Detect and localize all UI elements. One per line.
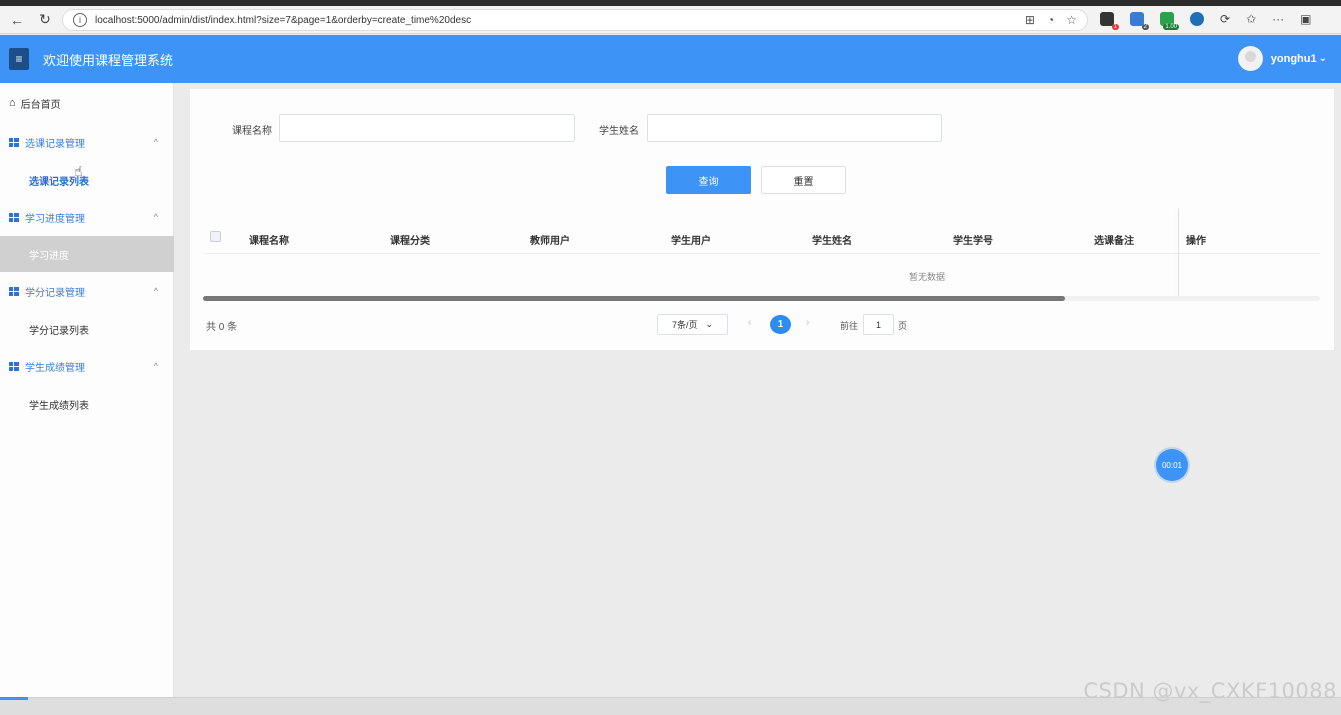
chevron-up-icon: ^ — [153, 361, 158, 371]
column-header-course-category[interactable]: 课程分类 — [390, 232, 430, 247]
sidebar-group-label: 学生成绩管理 — [25, 362, 85, 374]
sidebar-item-progress-list[interactable]: 学习进度 — [0, 236, 174, 272]
query-button[interactable]: 查询 — [666, 166, 751, 194]
app-grid-icon[interactable]: ⊞ — [1025, 13, 1035, 27]
chevron-up-icon: ^ — [153, 212, 158, 222]
refresh-circle-icon[interactable]: ◔ — [1047, 13, 1054, 27]
sidebar-group-credits[interactable]: 学分记录管理 ^ — [0, 273, 174, 309]
goto-page-input[interactable]: 1 — [863, 314, 894, 335]
chevron-up-icon: ^ — [153, 137, 158, 147]
recording-timer[interactable]: 00:01 — [1156, 449, 1188, 481]
next-page-icon[interactable]: › — [806, 317, 809, 328]
sidebar-group-label: 选课记录管理 — [25, 138, 85, 150]
chevron-up-icon: ^ — [153, 286, 158, 296]
sidebar-item-grades-list[interactable]: 学生成绩列表 — [0, 386, 174, 422]
app-title: 欢迎使用课程管理系统 — [43, 52, 174, 68]
goto-suffix: 页 — [898, 321, 908, 331]
column-header-student-user[interactable]: 学生用户 — [671, 232, 711, 247]
sidebar-item-label: 后台首页 — [20, 99, 61, 111]
student-name-input[interactable] — [647, 114, 942, 142]
reset-button[interactable]: 重置 — [761, 166, 846, 194]
column-header-teacher-user[interactable]: 教师用户 — [530, 232, 570, 247]
prev-page-icon[interactable]: ‹ — [748, 317, 751, 328]
sidebar-group-label: 学分记录管理 — [25, 287, 85, 299]
grid-icon — [9, 212, 19, 222]
table-header: 课程名称 课程分类 教师用户 学生用户 学生姓名 学生学号 选课备注 操作 — [203, 219, 1320, 254]
grid-icon — [9, 286, 19, 296]
total-count: 共 0 条 — [206, 322, 238, 333]
cloud-icon[interactable] — [1190, 12, 1204, 26]
chevron-down-icon[interactable]: ⌄ — [705, 319, 713, 330]
extensions-puzzle-icon[interactable]: ⟳ — [1220, 12, 1230, 26]
sidebar-item-course-selection-list[interactable]: 选课记录列表 — [0, 162, 174, 198]
sidebar-item-home[interactable]: ⌂ 后台首页 — [0, 85, 174, 121]
student-name-label: 学生姓名 — [599, 126, 639, 137]
home-icon: ⌂ — [9, 97, 16, 109]
sidebar-item-label: 学生成绩列表 — [29, 400, 89, 412]
more-icon[interactable]: ··· — [1272, 12, 1284, 26]
empty-table-text: 暂无数据 — [908, 272, 945, 282]
browser-toolbar: ← ↻ i localhost:5000/admin/dist/index.ht… — [0, 6, 1341, 34]
star-icon[interactable]: ☆ — [1066, 13, 1077, 27]
column-header-student-id[interactable]: 学生学号 — [953, 232, 993, 247]
avatar[interactable] — [1237, 46, 1263, 71]
sidebar-group-course-selection[interactable]: 选课记录管理 ^ — [0, 124, 174, 160]
grid-icon — [9, 137, 19, 147]
page-size-value[interactable]: 7条/页 — [672, 318, 698, 331]
select-all-checkbox[interactable] — [210, 231, 221, 242]
address-bar[interactable]: i localhost:5000/admin/dist/index.html?s… — [62, 9, 1088, 31]
course-name-label: 课程名称 — [232, 126, 272, 137]
info-icon[interactable]: i — [73, 13, 87, 27]
page-size-select[interactable]: 7条/页 ⌄ — [657, 314, 728, 335]
sidebar-toggle-icon[interactable]: ▣ — [1300, 12, 1311, 26]
page-number-current[interactable]: 1 — [770, 315, 791, 334]
sidebar-item-credits-list[interactable]: 学分记录列表 — [0, 311, 174, 347]
course-name-input[interactable] — [279, 114, 575, 142]
sidebar-group-label: 学习进度管理 — [25, 213, 85, 225]
main-panel: 课程名称 学生姓名 查询 重置 课程名称 课程分类 教师用户 学生用户 学生姓名… — [190, 89, 1334, 350]
extension-icon[interactable]: 1.00 — [1160, 12, 1179, 30]
hand-cursor-icon: ☝ — [74, 163, 83, 179]
chevron-down-icon[interactable]: ⌄ — [1319, 53, 1327, 64]
user-menu[interactable]: yonghu1 ⌄ — [1237, 46, 1327, 71]
sidebar-item-label: 学分记录列表 — [29, 325, 89, 337]
back-icon[interactable]: ← — [6, 9, 28, 31]
username[interactable]: yonghu1 — [1271, 53, 1317, 65]
favorites-icon[interactable]: ✩ — [1246, 12, 1256, 26]
sidebar-group-progress[interactable]: 学习进度管理 ^ — [0, 199, 174, 235]
sidebar-group-grades[interactable]: 学生成绩管理 ^ — [0, 348, 174, 384]
menu-toggle-icon[interactable]: ≡ — [9, 48, 29, 70]
column-header-actions: 操作 — [1186, 236, 1206, 247]
column-header-course-name[interactable]: 课程名称 — [249, 232, 289, 247]
column-header-remark[interactable]: 选课备注 — [1094, 232, 1134, 247]
goto-label: 前往 — [840, 321, 859, 331]
fixed-column-divider — [1178, 209, 1179, 301]
extension-icon[interactable]: 1 — [1100, 12, 1119, 30]
watermark-text: CSDN @vx_CXKF10088 — [1083, 679, 1337, 703]
extension-icon[interactable]: 2 — [1130, 12, 1149, 30]
taskbar-accent — [0, 697, 28, 700]
sidebar: ⌂ 后台首页 选课记录管理 ^ 选课记录列表 学习进度管理 ^ 学习进度 学分记… — [0, 83, 174, 697]
url-text[interactable]: localhost:5000/admin/dist/index.html?siz… — [95, 15, 1025, 26]
sidebar-item-label: 学习进度 — [29, 250, 69, 262]
app-header: ≡ 欢迎使用课程管理系统 yonghu1 ⌄ — [0, 35, 1341, 83]
reload-icon[interactable]: ↻ — [34, 9, 56, 31]
grid-icon — [9, 361, 19, 371]
column-header-student-name[interactable]: 学生姓名 — [812, 232, 852, 247]
horizontal-scrollbar[interactable] — [203, 296, 1065, 301]
